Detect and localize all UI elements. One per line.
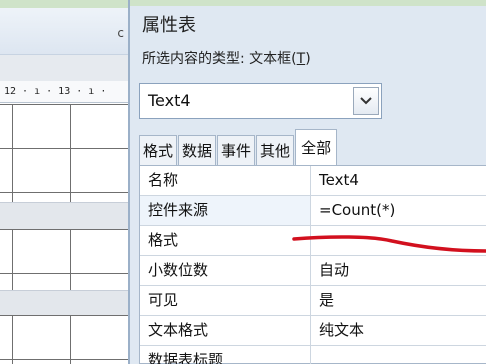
property-name: 小数位数 — [140, 256, 311, 285]
form-design-header: c — [0, 8, 128, 55]
property-value[interactable]: =Count(*) — [311, 196, 395, 225]
property-name: 文本格式 — [140, 316, 311, 345]
control-selector-dropdown[interactable]: Text4 — [139, 83, 382, 119]
property-name: 格式 — [140, 226, 311, 255]
property-row[interactable]: 名称 Text4 — [140, 166, 486, 196]
property-row[interactable]: 可见 是 — [140, 286, 486, 316]
chevron-down-icon — [360, 97, 372, 105]
horizontal-ruler: 12 · ı · 13 · ı · — [0, 81, 128, 103]
selection-type-label: 所选内容的类型: 文本框(T) — [142, 48, 311, 68]
section-bar[interactable] — [0, 202, 128, 230]
header-letter: c — [117, 26, 124, 40]
property-name: 名称 — [140, 166, 311, 195]
property-value[interactable] — [311, 346, 319, 364]
dropdown-button[interactable] — [353, 87, 379, 115]
form-design-area: c 12 · ı · 13 · ı · — [0, 0, 128, 364]
top-border — [130, 0, 486, 6]
selection-type-accelerator: T — [296, 51, 306, 67]
property-value[interactable]: 纯文本 — [311, 316, 364, 345]
property-row[interactable]: 数据表标题 — [140, 346, 486, 364]
design-grid-section[interactable] — [0, 104, 128, 202]
section-bar[interactable] — [0, 290, 128, 316]
property-value[interactable]: Text4 — [311, 166, 359, 195]
property-value[interactable]: 是 — [311, 286, 334, 315]
control-selector-value: Text4 — [148, 91, 191, 110]
tab-data[interactable]: 数据 — [178, 135, 217, 165]
property-value[interactable]: 自动 — [311, 256, 349, 285]
property-row[interactable]: 小数位数 自动 — [140, 256, 486, 286]
property-row[interactable]: 文本格式 纯文本 — [140, 316, 486, 346]
design-grid-section[interactable] — [0, 315, 128, 364]
selection-type-close: ) — [305, 51, 311, 67]
property-grid: 名称 Text4 控件来源 =Count(*) 格式 小数位数 自动 可见 是 … — [139, 165, 486, 364]
property-sheet-pane: 属性表 所选内容的类型: 文本框(T) Text4 格式 数据 事件 其他 全部… — [128, 0, 486, 364]
property-row[interactable]: 格式 — [140, 226, 486, 256]
design-toolbar-strip — [0, 55, 128, 81]
top-border — [0, 0, 128, 8]
property-sheet-title: 属性表 — [142, 15, 196, 36]
selection-type-text: 所选内容的类型: 文本框( — [142, 51, 297, 67]
property-name: 数据表标题 — [140, 346, 311, 364]
property-name: 可见 — [140, 286, 311, 315]
property-row[interactable]: 控件来源 =Count(*) — [140, 196, 486, 226]
design-grid-section[interactable] — [0, 229, 128, 290]
tab-all[interactable]: 全部 — [295, 129, 338, 165]
tab-event[interactable]: 事件 — [217, 135, 256, 165]
tab-format[interactable]: 格式 — [139, 135, 178, 165]
tab-other[interactable]: 其他 — [256, 135, 295, 165]
property-tabs: 格式 数据 事件 其他 全部 — [139, 129, 338, 165]
property-value[interactable] — [311, 226, 319, 255]
property-name: 控件来源 — [140, 196, 311, 225]
